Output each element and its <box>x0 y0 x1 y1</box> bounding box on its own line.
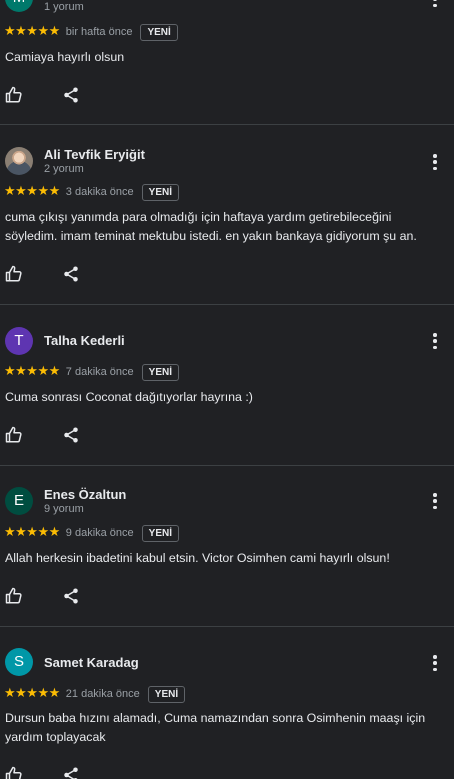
share-icon <box>64 87 78 103</box>
like-button[interactable] <box>5 265 23 283</box>
reviews-feed: M 1 yorum ★★★★★ bir hafta önce YENİ Cami… <box>0 0 454 779</box>
star-rating: ★★★★★ <box>4 184 60 199</box>
more-options-button[interactable] <box>427 332 443 350</box>
avatar[interactable]: E <box>5 487 33 515</box>
share-icon <box>64 588 78 604</box>
review-text: Dursun baba hızını alamadı, Cuma namazın… <box>5 711 426 744</box>
like-button[interactable] <box>5 426 23 444</box>
thumbs-up-icon <box>5 766 22 779</box>
share-icon <box>64 767 78 779</box>
star-rating: ★★★★★ <box>4 686 60 701</box>
like-button[interactable] <box>5 86 23 104</box>
review-time: 7 dakika önce <box>65 366 134 378</box>
star-rating: ★★★★★ <box>4 24 60 39</box>
star-rating: ★★★★★ <box>4 364 60 379</box>
review-text: cuma çıkışı yanımda para olmadığı için h… <box>5 210 417 243</box>
rating-row: ★★★★★ 21 dakika önce YENİ <box>4 685 186 703</box>
rating-row: ★★★★★ 9 dakika önce YENİ <box>4 524 180 542</box>
divider <box>0 304 454 305</box>
new-badge: YENİ <box>141 524 180 542</box>
new-badge: YENİ <box>147 685 186 703</box>
new-badge: YENİ <box>141 363 180 381</box>
new-badge: YENİ <box>140 23 178 41</box>
divider <box>0 465 454 466</box>
more-options-button[interactable] <box>427 153 443 171</box>
divider <box>0 124 454 125</box>
more-options-button[interactable] <box>427 0 443 8</box>
new-badge: YENİ <box>141 183 180 201</box>
divider <box>0 626 454 627</box>
avatar[interactable]: T <box>5 327 33 355</box>
review-text: Allah herkesin ibadetini kabul etsin. Vi… <box>5 551 390 565</box>
rating-row: ★★★★★ 3 dakika önce YENİ <box>4 183 180 201</box>
share-icon <box>64 266 78 282</box>
reviewer-name[interactable]: Enes Özaltun <box>44 487 126 502</box>
review-time: bir hafta önce <box>65 26 133 38</box>
review-time: 21 dakika önce <box>65 688 140 700</box>
share-button[interactable] <box>62 86 80 104</box>
like-button[interactable] <box>5 587 23 605</box>
reviewer-name[interactable]: Samet Karadag <box>44 655 139 670</box>
avatar[interactable] <box>5 147 33 175</box>
more-options-button[interactable] <box>427 654 443 672</box>
rating-row: ★★★★★ 7 dakika önce YENİ <box>4 363 180 381</box>
share-button[interactable] <box>62 265 80 283</box>
thumbs-up-icon <box>5 265 22 282</box>
thumbs-up-icon <box>5 426 22 443</box>
review-text: Cuma sonrası Coconat dağıtıyorlar hayrın… <box>5 390 253 404</box>
review-time: 9 dakika önce <box>65 527 134 539</box>
share-button[interactable] <box>62 587 80 605</box>
like-button[interactable] <box>5 766 23 779</box>
reviewer-review-count[interactable]: 1 yorum <box>44 1 84 13</box>
rating-row: ★★★★★ bir hafta önce YENİ <box>4 23 178 41</box>
review-text: Camiaya hayırlı olsun <box>5 50 125 64</box>
reviewer-review-count[interactable]: 2 yorum <box>44 163 84 175</box>
avatar[interactable]: M <box>5 0 33 12</box>
star-rating: ★★★★★ <box>4 525 60 540</box>
more-options-button[interactable] <box>427 492 443 510</box>
reviewer-review-count[interactable]: 9 yorum <box>44 503 84 515</box>
review-time: 3 dakika önce <box>65 186 134 198</box>
share-icon <box>64 427 78 443</box>
avatar[interactable]: S <box>5 648 33 676</box>
share-button[interactable] <box>62 426 80 444</box>
reviewer-name[interactable]: Talha Kederli <box>44 333 125 348</box>
thumbs-up-icon <box>5 587 22 604</box>
thumbs-up-icon <box>5 86 22 103</box>
share-button[interactable] <box>62 766 80 779</box>
reviewer-name[interactable]: Ali Tevfik Eryiğit <box>44 147 145 162</box>
